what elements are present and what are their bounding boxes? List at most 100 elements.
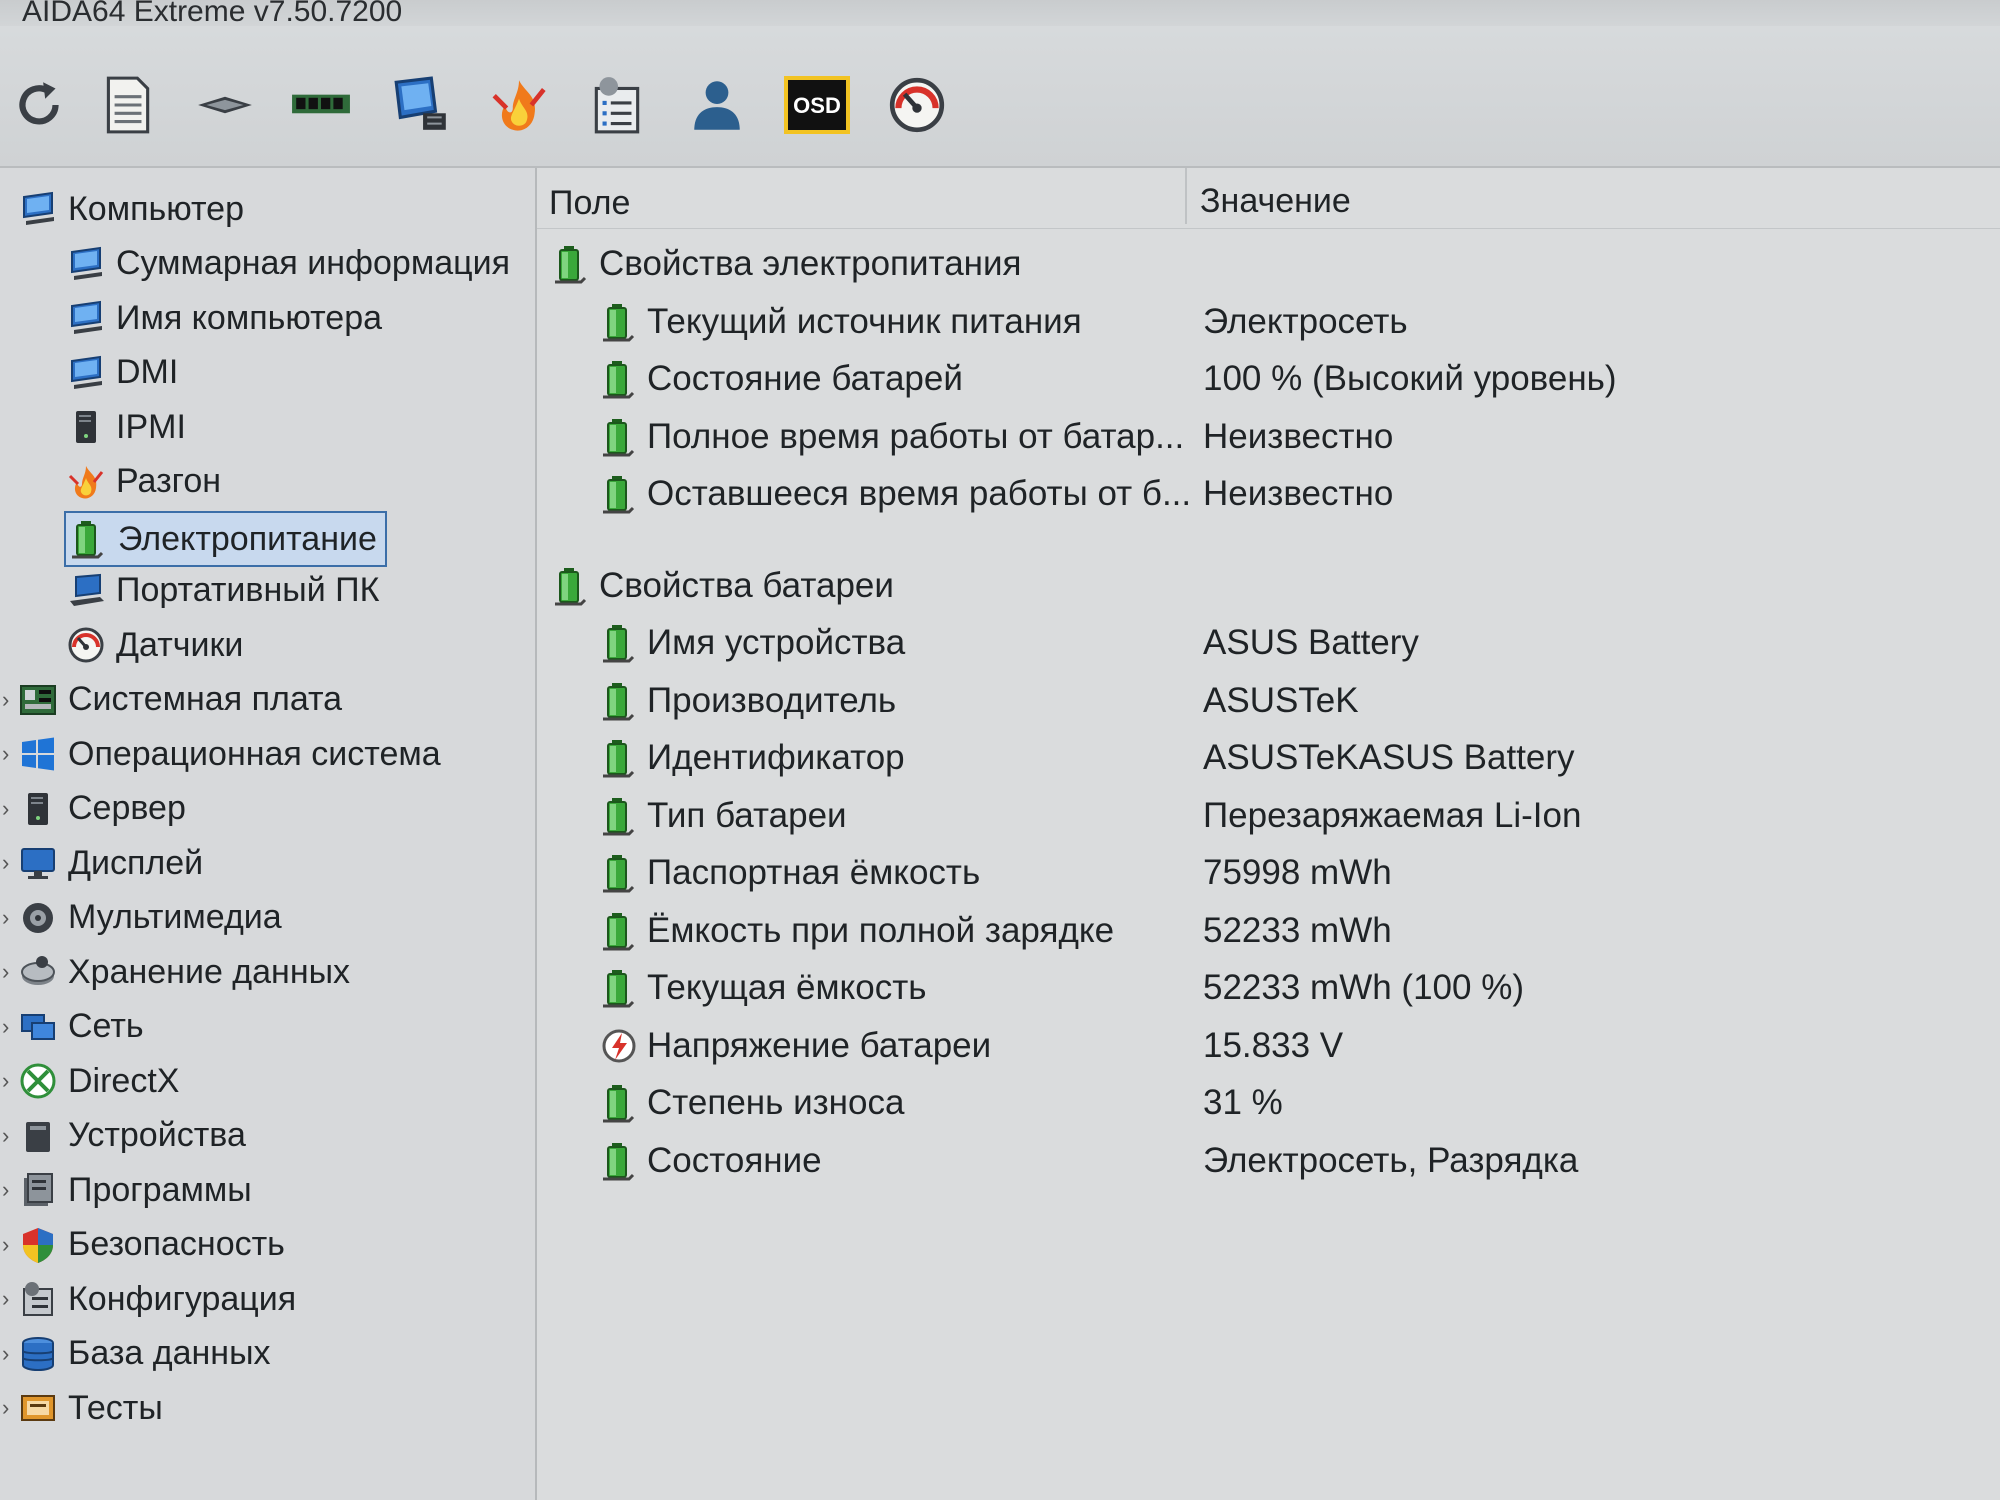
tree-item[interactable]: База данных [16,1329,279,1379]
battery-icon [551,242,591,286]
property-field: Напряжение батареи [599,1020,991,1072]
tree-item-label: Конфигурация [68,1279,297,1318]
property-row[interactable]: Тип батареи Перезаряжаемая Li-Ion [537,790,2000,842]
tree-item[interactable]: Разгон [64,457,229,507]
disk-icon [16,950,60,994]
tree-item[interactable]: Безопасность [16,1220,293,1270]
tree-item[interactable]: Мультимедиа [16,893,290,943]
property-field: Оставшееся время работы от б... [599,468,1191,520]
tree-expander-icon[interactable]: › [2,1286,14,1312]
tree-expander-icon[interactable]: › [2,1123,14,1149]
property-row[interactable]: Состояние батарей 100 % (Высокий уровень) [537,353,2000,405]
voltage-icon [599,1024,639,1068]
property-row[interactable]: Идентификатор ASUSTeKASUS Battery [537,732,2000,784]
property-row[interactable]: Напряжение батареи 15.833 V [537,1020,2000,1072]
refresh-button[interactable] [0,66,78,144]
property-row[interactable]: Производитель ASUSTeK [537,675,2000,727]
tree-expander-icon[interactable]: › [2,741,14,767]
tree-item[interactable]: Системная плата [16,675,350,725]
property-row[interactable]: Оставшееся время работы от б... Неизвестн… [537,468,2000,520]
details-panel: Поле Значение Свойства электропитания Тек… [537,168,2000,1500]
property-row[interactable]: Паспортная ёмкость 75998 mWh [537,847,2000,899]
tree-item[interactable]: Хранение данных [16,947,358,997]
property-field-label: Степень износа [647,1083,905,1122]
tree-expander-icon[interactable]: › [2,687,14,713]
tree-item-label: Датчики [116,625,244,664]
section-header-row[interactable]: Свойства электропитания [537,238,2000,290]
memory-button[interactable] [282,66,360,144]
property-field-label: Текущий источник питания [647,301,1082,341]
navigation-tree[interactable]: Компьютер Суммарная информация Имя компьют… [0,168,537,1500]
preferences-button[interactable] [578,66,656,144]
section-header-row[interactable]: Свойства батареи [537,560,2000,612]
tree-item-label: База данных [68,1334,271,1372]
property-field: Ёмкость при полной зарядке [599,905,1114,957]
column-separator[interactable] [1185,168,1187,224]
tree-item[interactable]: Электропитание [64,511,387,567]
property-row[interactable]: Степень износа 31 % [537,1077,2000,1129]
tree-expander-icon[interactable]: › [2,1014,14,1040]
tree-expander-icon[interactable]: › [2,1232,14,1258]
column-header-value[interactable]: Значение [1200,182,1351,221]
tree-item-label: DirectX [68,1061,180,1100]
tree-item[interactable]: IPMI [64,402,194,452]
property-row[interactable]: Текущая ёмкость 52233 mWh (100 %) [537,962,2000,1014]
property-field-label: Производитель [647,680,897,720]
tree-item[interactable]: Дисплей [16,838,211,888]
property-field-label: Напряжение батареи [647,1025,992,1065]
property-row[interactable]: Ёмкость при полной зарядке 52233 mWh [537,905,2000,957]
network-audit-button[interactable] [382,66,460,144]
tree-expander-icon[interactable]: › [2,796,14,822]
tree-expander-icon[interactable]: › [2,1068,14,1094]
property-field: Идентификатор [599,732,905,784]
tree-item[interactable]: Датчики [64,620,251,670]
tree-item[interactable]: Сеть [16,1002,152,1052]
property-row[interactable]: Имя устройства ASUS Battery [537,617,2000,669]
tree-item[interactable]: Компьютер [16,184,252,234]
property-field-label: Паспортная ёмкость [647,853,981,892]
property-field-label: Полное время работы от батар... [647,416,1185,456]
property-value: 52233 mWh [1203,910,1392,950]
user-icon [686,74,748,136]
bios-update-button[interactable] [186,66,264,144]
column-header-field[interactable]: Поле [549,184,630,223]
property-value: Электросеть [1203,301,1408,341]
tree-item[interactable]: Устройства [16,1111,254,1161]
tree-expander-icon[interactable]: › [2,1341,14,1367]
tree-expander-icon[interactable]: › [2,850,14,876]
property-field-label: Свойства электропитания [599,244,1022,283]
property-value: Неизвестно [1203,474,1394,513]
property-field-label: Ёмкость при полной зарядке [647,910,1115,950]
window-title-bar: AIDA64 Extreme v7.50.7200 [0,0,2000,26]
laptop-icon [64,569,108,613]
property-field-label: Состояние батарей [647,359,963,398]
property-field-label: Тип батареи [647,795,847,835]
tree-expander-icon[interactable]: › [2,905,14,931]
property-row[interactable]: Состояние Электросеть, Разрядка [537,1135,2000,1187]
user-button[interactable] [678,66,756,144]
tree-expander-icon[interactable]: › [2,1395,14,1421]
tree-item[interactable]: DirectX [16,1056,187,1106]
tree-item[interactable]: Операционная система [16,729,449,779]
property-row[interactable]: Полное время работы от батар... Неизвестн… [537,411,2000,463]
tree-expander-icon[interactable]: › [2,959,14,985]
sensor-panel-button[interactable] [878,66,956,144]
flame-icon [488,74,550,136]
osd-icon: OSD [782,70,852,140]
stress-test-button[interactable] [480,66,558,144]
tree-item-label: Имя компьютера [116,298,383,337]
tree-item[interactable]: Имя компьютера [64,293,390,343]
report-button[interactable] [88,66,166,144]
tree-expander-icon[interactable]: › [2,1177,14,1203]
tree-item[interactable]: DMI [64,348,186,398]
property-field: Текущий источник питания [599,296,1082,348]
tree-item[interactable]: Конфигурация [16,1274,304,1324]
tree-item[interactable]: Портативный ПК [64,566,387,616]
network-icon [16,1005,60,1049]
tree-item[interactable]: Программы [16,1165,260,1215]
tree-item[interactable]: Тесты [16,1383,171,1433]
tree-item[interactable]: Суммарная информация [64,239,518,289]
tree-item[interactable]: Сервер [16,784,194,834]
osd-button[interactable]: OSD [778,66,856,144]
property-row[interactable]: Текущий источник питания Электросеть [537,296,2000,348]
